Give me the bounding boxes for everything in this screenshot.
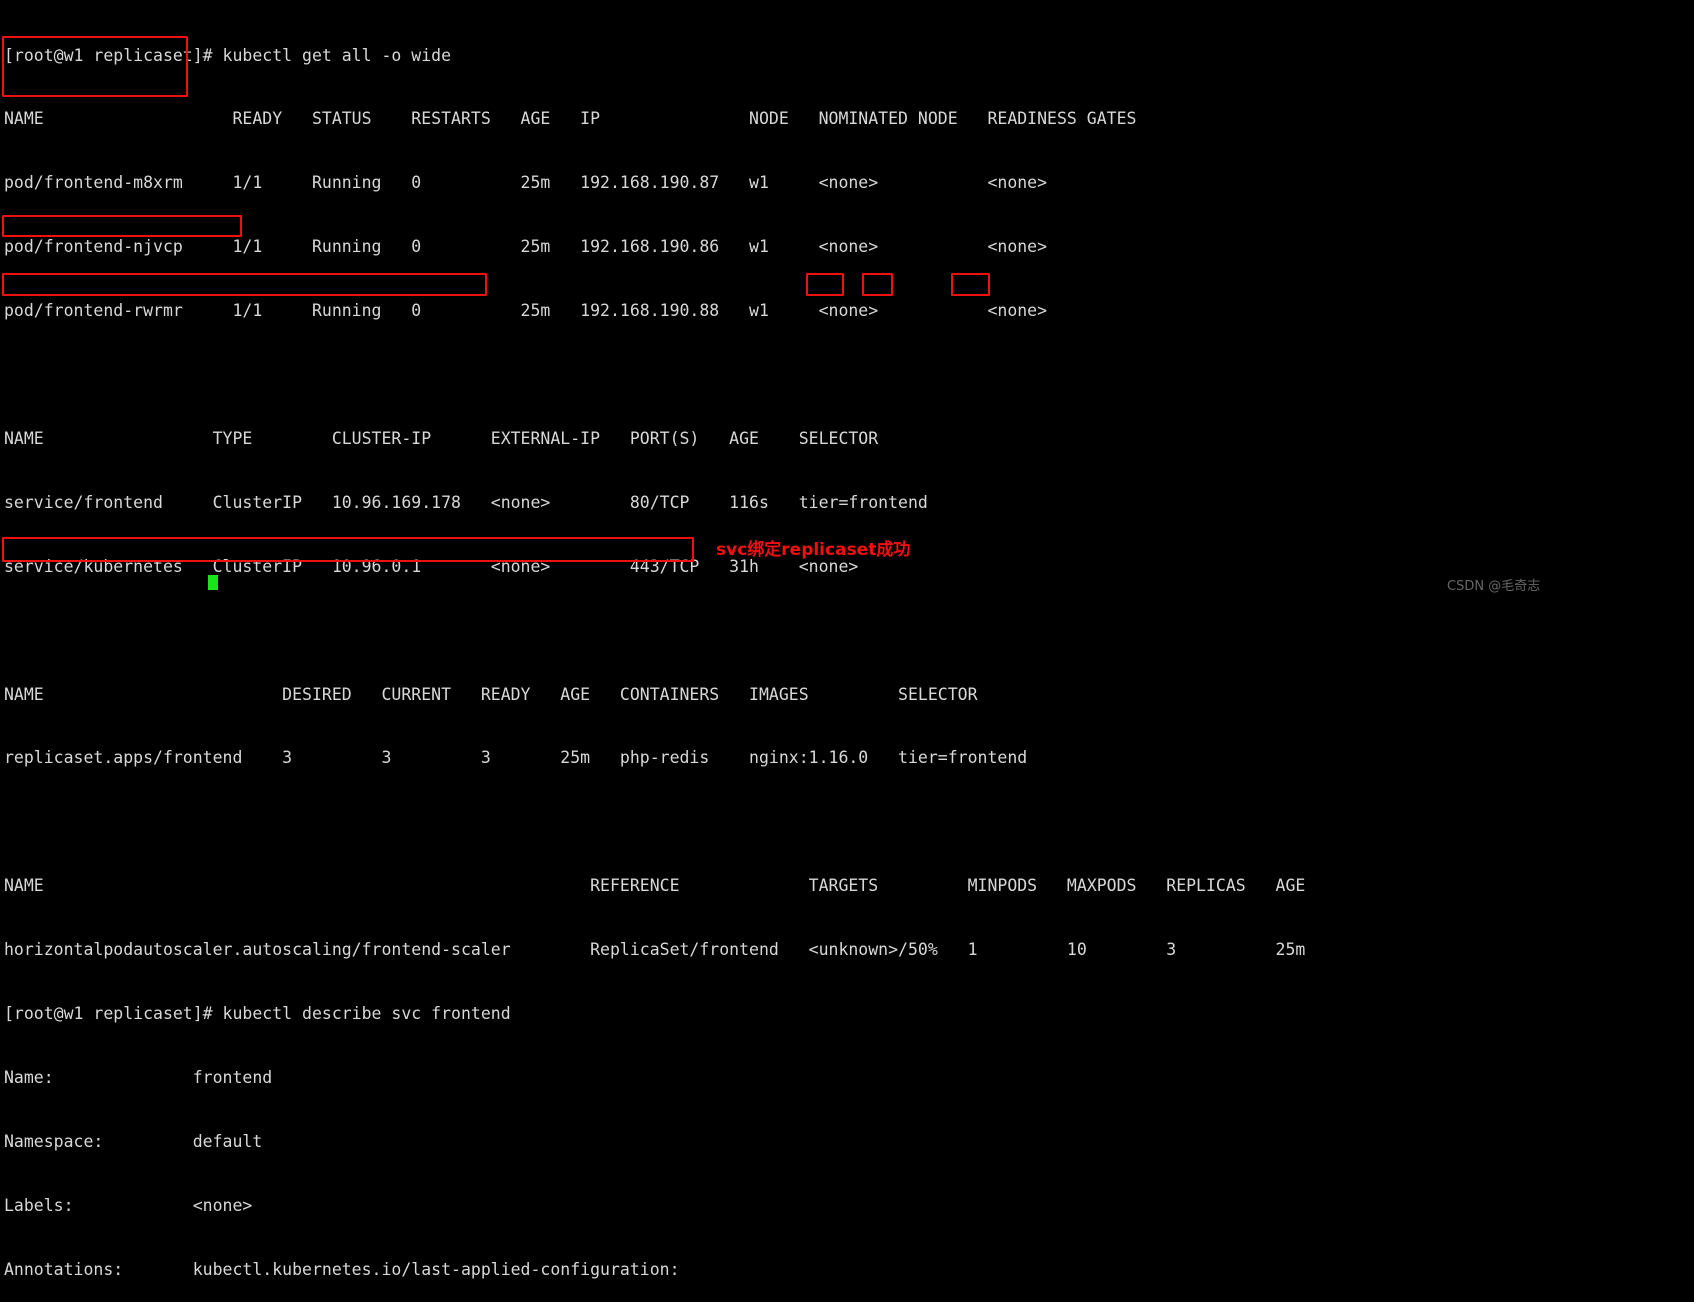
replicaset-table-row: replicaset.apps/frontend 3 3 3 25m php-r… xyxy=(4,748,1028,768)
describe-field-annotations: Annotations: kubectl.kubernetes.io/last-… xyxy=(4,1259,680,1279)
terminal-cursor xyxy=(208,575,218,590)
pods-table-row: pod/frontend-rwrmr 1/1 Running 0 25m 192… xyxy=(4,301,1048,321)
terminal-line: [root@w1 replicaset]# kubectl get all -o… xyxy=(4,45,452,65)
terminal-line: [root@w1 replicaset]# kubectl describe s… xyxy=(4,1003,511,1023)
pods-table-header: NAME READY STATUS RESTARTS AGE IP NODE N… xyxy=(4,109,1137,129)
terminal-output: [root@w1 replicaset]# kubectl get all -o… xyxy=(4,2,1613,1302)
pods-table-row: pod/frontend-m8xrm 1/1 Running 0 25m 192… xyxy=(4,173,1048,193)
watermark: CSDN @毛奇志 xyxy=(1447,579,1541,594)
describe-field-labels: Labels: <none> xyxy=(4,1195,253,1215)
services-table-header: NAME TYPE CLUSTER-IP EXTERNAL-IP PORT(S)… xyxy=(4,428,879,448)
replicaset-table-header: NAME DESIRED CURRENT READY AGE CONTAINER… xyxy=(4,684,978,704)
services-table-row: service/frontend ClusterIP 10.96.169.178… xyxy=(4,492,928,512)
annotation-svc-binding: svc绑定replicaset成功 xyxy=(716,540,911,560)
describe-field-name: Name: frontend xyxy=(4,1067,273,1087)
pods-table-row: pod/frontend-njvcp 1/1 Running 0 25m 192… xyxy=(4,237,1048,257)
describe-field-namespace: Namespace: default xyxy=(4,1131,263,1151)
hpa-table-row: horizontalpodautoscaler.autoscaling/fron… xyxy=(4,940,1306,960)
hpa-table-header: NAME REFERENCE TARGETS MINPODS MAXPODS R… xyxy=(4,876,1306,896)
terminal-window[interactable]: [root@w1 replicaset]# kubectl get all -o… xyxy=(0,0,1694,1279)
